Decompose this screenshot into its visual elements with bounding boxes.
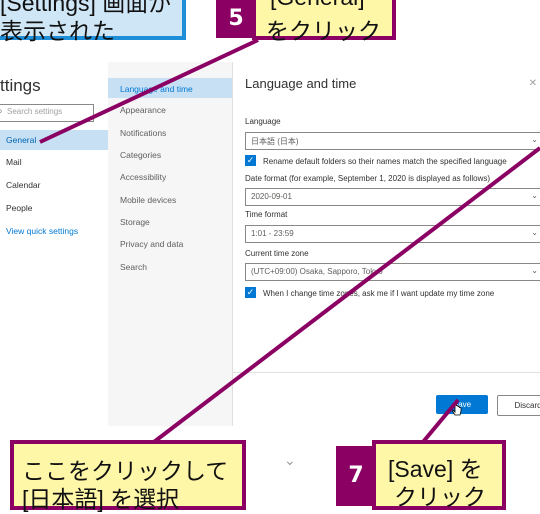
time-format-label: Time format (245, 210, 288, 219)
subnav-language-and-time[interactable]: Language and time (108, 78, 232, 98)
subnav-mobile-devices[interactable]: Mobile devices (120, 195, 176, 205)
step5-number: 5 (216, 0, 256, 38)
info-callout: [Settings] 画面が 表示された (0, 0, 186, 44)
date-format-label: Date format (for example, September 1, 2… (245, 174, 491, 183)
language-time-panel: Language and time ✕ Language 日本語 (日本) ⌄ … (232, 62, 540, 426)
subnav-accessibility[interactable]: Accessibility (120, 172, 166, 182)
step7-callout: [Save] を クリック (372, 440, 506, 510)
timezone-value: (UTC+09:00) Osaka, Sapporo, Tokyo (251, 267, 383, 276)
close-icon[interactable]: ✕ (529, 78, 537, 89)
nav-item-general[interactable]: General (0, 130, 108, 150)
chevron-down-icon: ⌄ (531, 135, 538, 144)
rename-folders-checkbox[interactable]: ✓ (245, 155, 256, 166)
step5-line2: をクリック (266, 18, 381, 44)
chevron-down-icon: ⌄ (531, 191, 538, 200)
subnav-privacy-and-data[interactable]: Privacy and data (120, 239, 183, 249)
hand-cursor-icon (452, 404, 462, 416)
step6-line2: [日本語] を選択 (22, 486, 180, 512)
chevron-down-icon: ⌄ (531, 266, 538, 275)
subnav-search[interactable]: Search (120, 262, 147, 272)
language-label: Language (245, 117, 281, 126)
settings-nav: ttings ⌕ Search settings General Mail Ca… (0, 62, 108, 426)
subnav-categories[interactable]: Categories (120, 150, 161, 160)
chevron-down-icon: ⌄ (531, 228, 538, 237)
info-callout-line2: 表示された (0, 18, 115, 44)
language-dropdown[interactable]: 日本語 (日本) ⌄ (245, 132, 540, 150)
time-format-dropdown[interactable]: 1:01 - 23:59 ⌄ (245, 225, 540, 243)
search-icon: ⌕ (0, 106, 3, 117)
step6-callout: ここをクリックして [日本語] を選択 (10, 440, 246, 512)
subnav-appearance[interactable]: Appearance (120, 105, 166, 115)
subnav-storage[interactable]: Storage (120, 217, 150, 227)
timezone-label: Current time zone (245, 249, 309, 258)
general-subnav: Language and time Appearance Notificatio… (108, 62, 232, 426)
nav-item-people[interactable]: People (6, 203, 32, 213)
footer-divider (233, 372, 540, 373)
step7-line2: クリック (394, 484, 486, 510)
language-value: 日本語 (日本) (251, 137, 299, 146)
settings-title: ttings (0, 76, 41, 95)
subnav-notifications[interactable]: Notifications (120, 128, 166, 138)
search-placeholder: Search settings (7, 107, 63, 116)
step5-callout: [General] をクリック (252, 0, 396, 44)
date-format-value: 2020-09-01 (251, 192, 292, 201)
time-format-value: 1:01 - 23:59 (251, 229, 294, 238)
timezone-ask-label: When I change time zones, ask me if I wa… (263, 289, 495, 298)
nav-item-calendar[interactable]: Calendar (6, 180, 41, 190)
timezone-ask-checkbox[interactable]: ✓ (245, 287, 256, 298)
step7-number: 7 (336, 446, 376, 506)
chevron-down-icon: ⌄ (284, 452, 296, 468)
step5-line1: [General] (270, 0, 365, 11)
settings-window: ttings ⌕ Search settings General Mail Ca… (0, 62, 540, 426)
save-button[interactable]: Save (436, 395, 488, 414)
nav-item-mail[interactable]: Mail (6, 157, 22, 167)
panel-title: Language and time (245, 76, 357, 91)
date-format-dropdown[interactable]: 2020-09-01 ⌄ (245, 188, 540, 206)
timezone-dropdown[interactable]: (UTC+09:00) Osaka, Sapporo, Tokyo ⌄ (245, 263, 540, 281)
view-quick-settings-link[interactable]: View quick settings (6, 226, 78, 236)
search-input[interactable]: ⌕ Search settings (0, 104, 94, 122)
rename-folders-label: Rename default folders so their names ma… (263, 157, 507, 166)
discard-button[interactable]: Discard (497, 395, 540, 416)
